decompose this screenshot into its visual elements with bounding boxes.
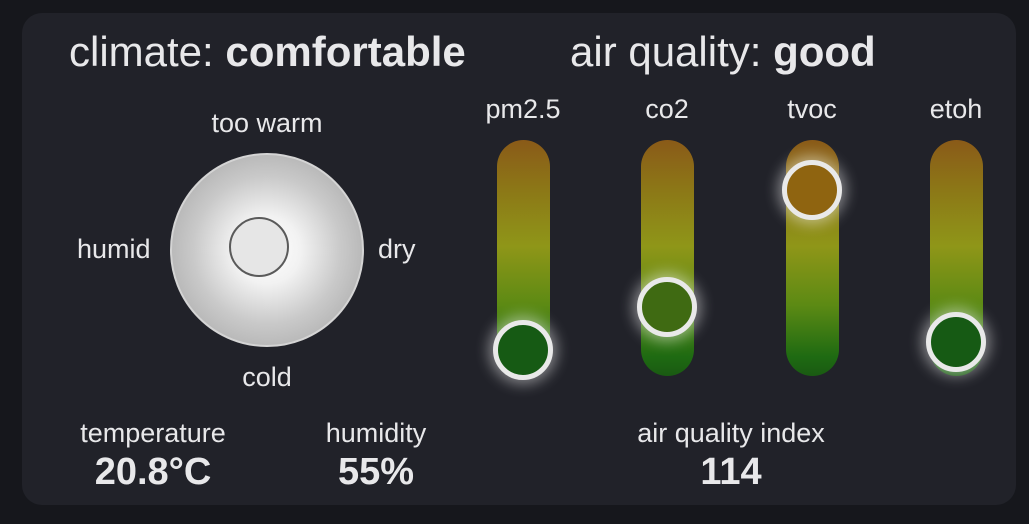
temperature-value: 20.8°C <box>94 451 212 493</box>
climate-status: comfortable <box>225 28 466 75</box>
sensor-marker-tvoc <box>782 159 842 220</box>
climate-prefix: climate: <box>69 28 226 75</box>
sensor-bar-co2 <box>641 140 694 376</box>
dial-label-too-warm: too warm <box>211 108 323 138</box>
sensor-label-co2: co2 <box>645 94 689 124</box>
sensor-label-tvoc: tvoc <box>787 94 837 124</box>
climate-headline: climate: comfortable <box>69 30 466 74</box>
humidity-label: humidity <box>325 418 427 448</box>
comfort-indicator <box>229 217 289 277</box>
air-quality-status: good <box>773 28 876 75</box>
dial-label-cold: cold <box>242 362 292 392</box>
air-quality-prefix: air quality: <box>570 28 774 75</box>
sensor-marker-etoh <box>926 312 986 373</box>
sensor-marker-co2 <box>637 277 697 338</box>
temperature-label: temperature <box>80 418 226 448</box>
sensor-label-pm25: pm2.5 <box>485 94 561 124</box>
dial-label-dry: dry <box>378 234 416 264</box>
air-quality-headline: air quality: good <box>570 30 876 74</box>
aqi-label: air quality index <box>637 418 825 448</box>
sensor-label-etoh: etoh <box>929 94 983 124</box>
dial-label-humid: humid <box>77 234 151 264</box>
humidity-value: 55% <box>337 451 415 493</box>
sensor-marker-pm25 <box>493 320 553 381</box>
aqi-value: 114 <box>700 451 762 493</box>
